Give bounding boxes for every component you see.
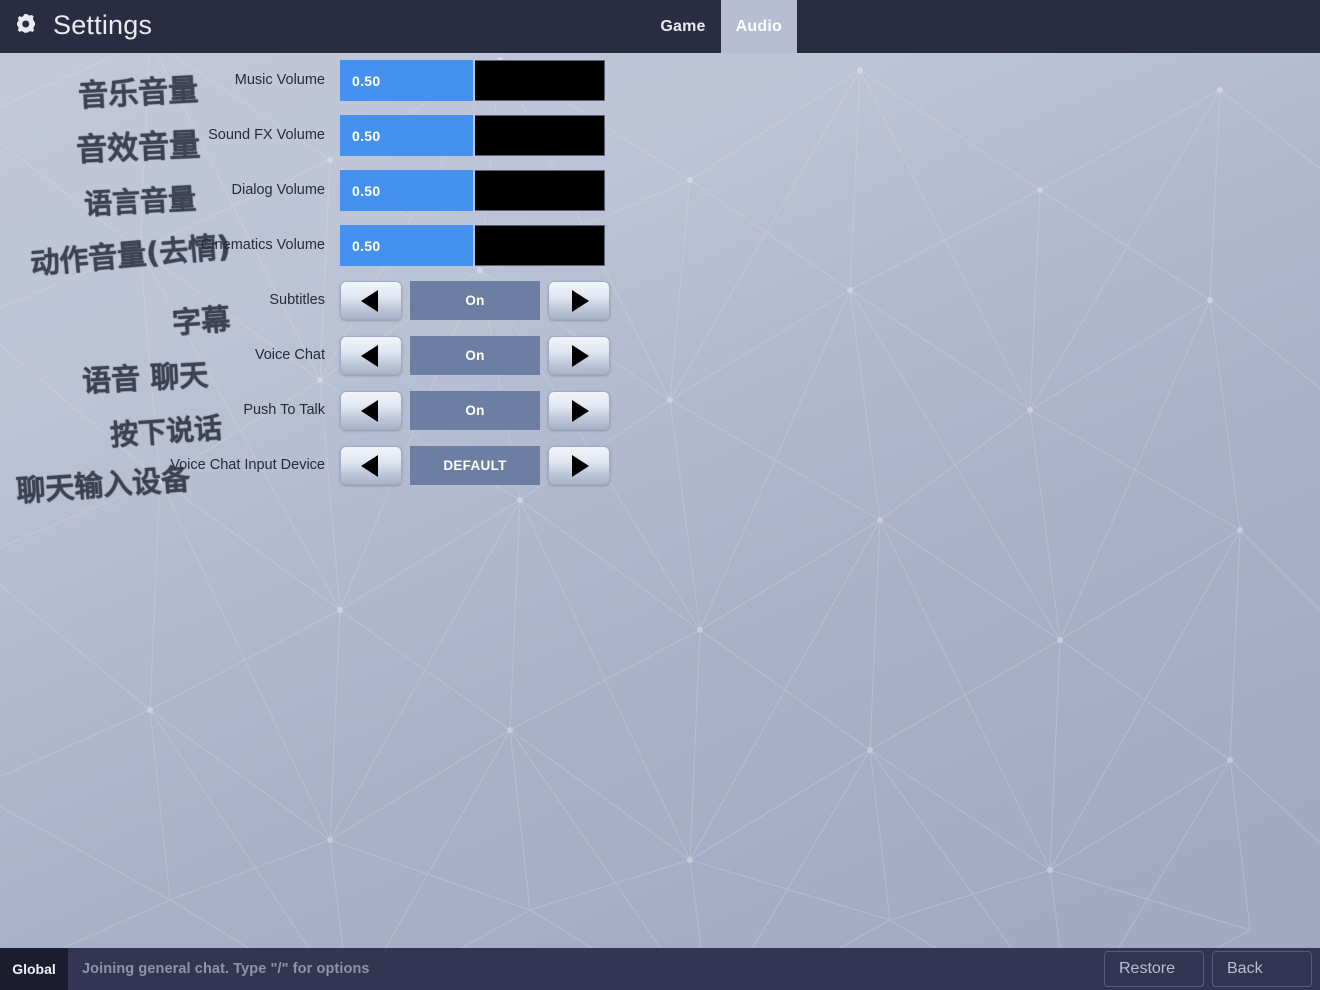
tab-bar: Game Audio	[645, 0, 797, 53]
setting-row-subtitles: Subtitles On	[0, 273, 700, 328]
tab-game[interactable]: Game	[645, 0, 720, 53]
setting-label: Sound FX Volume	[208, 126, 325, 143]
footer-buttons: Restore Back	[1104, 948, 1320, 990]
chat-bar: Global Joining general chat. Type "/" fo…	[0, 948, 1320, 990]
settings-screen: Settings Game Audio 音乐音量 音效音量 语言音量 动作音量(…	[0, 0, 1320, 990]
slider-fill: 0.50	[340, 225, 473, 266]
slider-track-empty	[474, 170, 605, 211]
setting-label: Cinematics Volume	[200, 236, 325, 253]
arrow-left-icon	[361, 454, 378, 477]
subtitles-next-button[interactable]	[548, 281, 610, 320]
slider-track-empty	[474, 60, 605, 101]
voice-chat-input-device-value[interactable]: DEFAULT	[410, 446, 540, 485]
slider-value: 0.50	[352, 182, 381, 199]
setting-row-sound-fx-volume: Sound FX Volume 0.50	[0, 108, 700, 163]
slider-value: 0.50	[352, 237, 381, 254]
setting-row-music-volume: Music Volume 0.50	[0, 53, 700, 108]
push-to-talk-spinner: On	[340, 391, 610, 430]
setting-row-cinematics-volume: Cinematics Volume 0.50	[0, 218, 700, 273]
push-to-talk-prev-button[interactable]	[340, 391, 402, 430]
arrow-right-icon	[572, 454, 589, 477]
setting-row-voice-chat: Voice Chat On	[0, 328, 700, 383]
arrow-right-icon	[572, 289, 589, 312]
setting-row-dialog-volume: Dialog Volume 0.50	[0, 163, 700, 218]
arrow-left-icon	[361, 344, 378, 367]
push-to-talk-next-button[interactable]	[548, 391, 610, 430]
voice-chat-value[interactable]: On	[410, 336, 540, 375]
voice-chat-input-device-prev-button[interactable]	[340, 446, 402, 485]
tab-audio[interactable]: Audio	[720, 0, 797, 53]
arrow-right-icon	[572, 344, 589, 367]
slider-fill: 0.50	[340, 115, 473, 156]
setting-label: Dialog Volume	[231, 181, 326, 198]
slider-fill: 0.50	[340, 170, 473, 211]
music-volume-slider[interactable]: 0.50	[340, 60, 605, 101]
subtitles-spinner: On	[340, 281, 610, 320]
cinematics-volume-slider[interactable]: 0.50	[340, 225, 605, 266]
voice-chat-prev-button[interactable]	[340, 336, 402, 375]
setting-row-push-to-talk: Push To Talk On	[0, 383, 700, 438]
gear-icon	[17, 13, 35, 33]
restore-button[interactable]: Restore	[1104, 951, 1204, 987]
push-to-talk-value[interactable]: On	[410, 391, 540, 430]
subtitles-value[interactable]: On	[410, 281, 540, 320]
slider-value: 0.50	[352, 127, 381, 144]
arrow-right-icon	[572, 399, 589, 422]
settings-list: Music Volume 0.50 Sound FX Volume 0.50 D…	[0, 53, 700, 493]
back-button[interactable]: Back	[1212, 951, 1312, 987]
setting-label: Voice Chat	[254, 346, 325, 363]
setting-label: Subtitles	[269, 291, 325, 308]
arrow-left-icon	[361, 289, 378, 312]
setting-label: Push To Talk	[243, 401, 325, 418]
slider-value: 0.50	[352, 72, 381, 89]
slider-track-empty	[474, 225, 605, 266]
chat-channel-tab[interactable]: Global	[0, 948, 68, 990]
voice-chat-next-button[interactable]	[548, 336, 610, 375]
sound-fx-volume-slider[interactable]: 0.50	[340, 115, 605, 156]
voice-chat-spinner: On	[340, 336, 610, 375]
dialog-volume-slider[interactable]: 0.50	[340, 170, 605, 211]
page-title: Settings	[53, 10, 153, 40]
title-group: Settings	[12, 0, 152, 53]
chat-message: Joining general chat. Type "/" for optio…	[82, 961, 370, 977]
setting-label: Voice Chat Input Device	[170, 456, 325, 473]
voice-chat-input-device-spinner: DEFAULT	[340, 446, 610, 485]
slider-fill: 0.50	[340, 60, 473, 101]
setting-label: Music Volume	[234, 71, 325, 88]
setting-row-voice-chat-input-device: Voice Chat Input Device DEFAULT	[0, 438, 700, 493]
title-bar: Settings Game Audio	[0, 0, 1320, 53]
arrow-left-icon	[361, 399, 378, 422]
slider-track-empty	[474, 115, 605, 156]
subtitles-prev-button[interactable]	[340, 281, 402, 320]
voice-chat-input-device-next-button[interactable]	[548, 446, 610, 485]
